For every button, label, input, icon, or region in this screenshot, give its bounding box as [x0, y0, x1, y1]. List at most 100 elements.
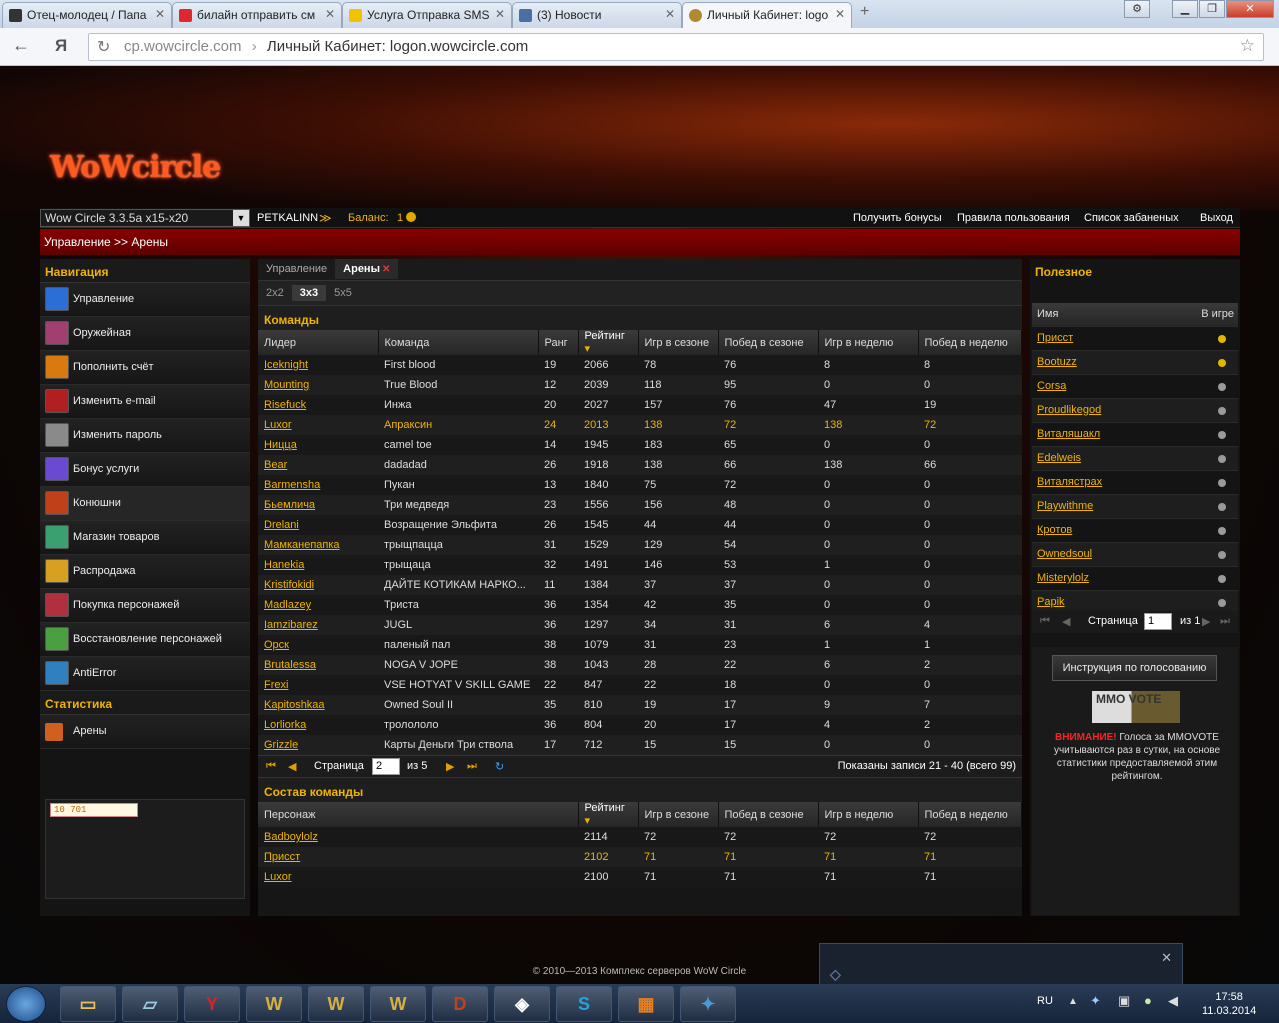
column-header[interactable]: Лидер	[258, 330, 379, 355]
table-row[interactable]: Бьемлича Три медведя 23 1556 156 48 0 0	[258, 495, 1022, 515]
stats-item[interactable]: Арены	[40, 715, 250, 749]
language-indicator[interactable]: RU	[1037, 995, 1053, 1007]
tab-2x2[interactable]: 2x2	[258, 285, 292, 301]
table-row[interactable]: Мамканепапка трыщпацца 31 1529 129 54 0 0	[258, 535, 1022, 555]
table-row[interactable]: Mounting True Blood 12 2039 118 95 0 0	[258, 375, 1022, 395]
bookmark-star-icon[interactable]: ☆	[1240, 36, 1255, 56]
page-input[interactable]: 1	[1144, 613, 1172, 630]
leader-link[interactable]: Hanekia	[258, 555, 378, 575]
yandex-browser-icon[interactable]: Y	[184, 986, 240, 1022]
tray-status-icon[interactable]: ●	[1144, 993, 1152, 1008]
chevron-down-icon[interactable]: ▼	[233, 210, 249, 226]
leader-link[interactable]: Barmensha	[258, 475, 378, 495]
column-header[interactable]: Команда	[378, 330, 539, 355]
player-link[interactable]: Papik	[1037, 596, 1065, 608]
column-header[interactable]: Побед в сезоне	[718, 330, 819, 355]
first-page-icon[interactable]: ⏮	[266, 760, 276, 773]
player-link[interactable]: Proudlikegod	[1037, 404, 1101, 416]
tab-close-icon[interactable]: ✕	[495, 7, 505, 21]
table-row[interactable]: Risefuck Инжа 20 2027 157 76 47 19	[258, 395, 1022, 415]
character-link[interactable]: Badboylolz	[258, 827, 578, 847]
leader-link[interactable]: Drelani	[258, 515, 378, 535]
character-link[interactable]: Присст	[258, 847, 578, 867]
table-row[interactable]: Kristifokidi ДАЙТЕ КОТИКАМ НАРКО... 11 1384…	[258, 575, 1022, 595]
new-tab-button[interactable]: +	[860, 3, 869, 21]
last-page-icon[interactable]: ⏭	[467, 760, 477, 773]
browser-tab[interactable]: Услуга Отправка SMS ✕	[342, 2, 512, 28]
leader-link[interactable]: Bear	[258, 455, 378, 475]
prev-page-icon[interactable]: ◀	[1062, 615, 1070, 628]
tab-3x3[interactable]: 3x3	[291, 285, 327, 301]
table-row[interactable]: Brutalessa NOGA V JOPE 38 1043 28 22 6 2	[258, 655, 1022, 675]
table-row[interactable]: Iceknight First blood 19 2066 78 76 8 8	[258, 355, 1022, 375]
browser-tab[interactable]: (3) Новости ✕	[512, 2, 682, 28]
browser-tab-active[interactable]: Личный Кабинет: logo ✕	[682, 2, 852, 29]
player-link[interactable]: Misterylolz	[1037, 572, 1089, 584]
tab-arenas[interactable]: Арены ✕	[335, 259, 399, 279]
refresh-icon[interactable]: ↻	[495, 760, 504, 773]
tab-management[interactable]: Управление	[258, 259, 335, 279]
column-header[interactable]: Персонаж	[258, 802, 579, 827]
explorer-icon[interactable]: ▭	[60, 986, 116, 1022]
browser-tab[interactable]: билайн отправить см ✕	[172, 2, 342, 28]
leader-link[interactable]: Frexi	[258, 675, 378, 695]
tray-monitor-icon[interactable]: ▣	[1118, 993, 1130, 1009]
nav-item[interactable]: AntiError	[40, 657, 250, 691]
player-link[interactable]: Присст	[1037, 332, 1073, 344]
nav-item[interactable]: Управление	[40, 283, 250, 317]
player-link[interactable]: Кротов	[1037, 524, 1072, 536]
leader-link[interactable]: Kapitoshkaa	[258, 695, 378, 715]
nav-item[interactable]: Пополнить счёт	[40, 351, 250, 385]
next-page-icon[interactable]: ▶	[1202, 615, 1210, 628]
nav-item[interactable]: Восстановление персонажей	[40, 623, 250, 657]
column-header[interactable]: Побед в сезоне	[718, 802, 819, 827]
table-row[interactable]: Madlazey Триста 36 1354 42 35 0 0	[258, 595, 1022, 615]
character-link[interactable]: Luxor	[258, 867, 578, 887]
leader-link[interactable]: Lorliorka	[258, 715, 378, 735]
column-header[interactable]: Рейтинг ▾	[578, 330, 639, 355]
tray-arrow-icon[interactable]: ▲	[1068, 996, 1078, 1007]
minimize-button[interactable]: ▁	[1172, 0, 1198, 18]
first-page-icon[interactable]: ⏮	[1040, 615, 1050, 628]
visit-counter[interactable]: 10 701	[50, 803, 138, 817]
volume-icon[interactable]: ◀	[1168, 993, 1178, 1009]
table-row[interactable]: Luxor 2100 71 71 71 71	[258, 867, 1022, 887]
leader-link[interactable]: Kristifokidi	[258, 575, 378, 595]
table-row[interactable]: Iamzibarez JUGL 36 1297 34 31 6 4	[258, 615, 1022, 635]
get-bonuses-link[interactable]: Получить бонусы	[853, 212, 942, 224]
url-field[interactable]: ↻ cp.wowcircle.com › Личный Кабинет: log…	[88, 33, 1264, 61]
close-icon[interactable]: ✕	[1161, 950, 1172, 966]
player-link[interactable]: Edelweis	[1037, 452, 1081, 464]
table-row[interactable]: Присст 2102 71 71 71 71	[258, 847, 1022, 867]
tab-close-icon[interactable]: ✕	[325, 7, 335, 21]
player-link[interactable]: Виталяшакл	[1037, 428, 1100, 440]
mmovote-banner[interactable]: MMO VOTE	[1092, 691, 1180, 723]
player-link[interactable]: Playwithme	[1037, 500, 1093, 512]
leader-link[interactable]: Luxor	[258, 415, 378, 435]
player-link[interactable]: Виталястрах	[1037, 476, 1102, 488]
nav-item[interactable]: Изменить пароль	[40, 419, 250, 453]
yandex-icon[interactable]: Я	[55, 36, 67, 56]
table-row[interactable]: Lorliorka тролололо 36 804 20 17 4 2	[258, 715, 1022, 735]
player-link[interactable]: Corsa	[1037, 380, 1066, 392]
nav-item[interactable]: Изменить e-mail	[40, 385, 250, 419]
leader-link[interactable]: Iceknight	[258, 355, 378, 375]
nav-item[interactable]: Магазин товаров	[40, 521, 250, 555]
maximize-button[interactable]: ❐	[1199, 0, 1225, 18]
column-header[interactable]: Игр в неделю	[818, 802, 919, 827]
column-header[interactable]: Игр в сезоне	[638, 802, 719, 827]
player-link[interactable]: Bootuzz	[1037, 356, 1077, 368]
nav-item[interactable]: Распродажа	[40, 555, 250, 589]
banned-list-link[interactable]: Список забаненых	[1084, 212, 1179, 224]
rules-link[interactable]: Правила пользования	[957, 212, 1070, 224]
player-link[interactable]: Ownedsoul	[1037, 548, 1092, 560]
nav-item[interactable]: Бонус услуги	[40, 453, 250, 487]
back-arrow-icon[interactable]: ←	[12, 35, 30, 56]
table-row[interactable]: Frexi VSE HOTYAT V SKILL GAME 22 847 22 18 0 0	[258, 675, 1022, 695]
column-header[interactable]: Игр в неделю	[818, 330, 919, 355]
leader-link[interactable]: Орск	[258, 635, 378, 655]
column-header[interactable]: Игр в сезоне	[638, 330, 719, 355]
tab-close-icon[interactable]: ✕	[835, 7, 845, 21]
col-online[interactable]: В игре	[1201, 308, 1234, 320]
nav-item[interactable]: Покупка персонажей	[40, 589, 250, 623]
